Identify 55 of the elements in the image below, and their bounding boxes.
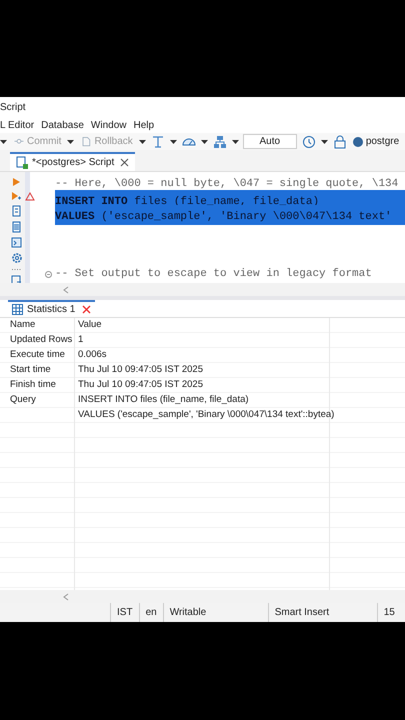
ellipsis-icon[interactable] <box>11 268 22 271</box>
grid-icon <box>12 304 23 315</box>
table-cell-text: Start time <box>9 363 51 377</box>
status-item: 15 <box>376 603 401 622</box>
table-cell-text: Thu Jul 10 09:47:05 IST 2025 <box>77 378 203 392</box>
menu-item[interactable]: Database <box>41 120 84 130</box>
table-cell-text: Finish time <box>9 378 56 392</box>
mode-field[interactable]: Auto <box>242 134 297 149</box>
status-item: en <box>138 603 163 622</box>
close-icon[interactable] <box>82 305 92 314</box>
caret-icon[interactable] <box>200 140 208 144</box>
caret-icon[interactable] <box>0 140 7 144</box>
document-icon[interactable] <box>11 221 22 233</box>
editor-tab[interactable]: *<postgres> Script <box>10 152 136 171</box>
settings-icon[interactable] <box>11 252 23 264</box>
scroll-left-icon[interactable] <box>63 592 69 600</box>
table-cell-text: 1 <box>77 333 84 347</box>
collapse-icon[interactable] <box>45 271 52 278</box>
column-header: Value <box>77 318 102 332</box>
caret-icon[interactable] <box>232 140 239 144</box>
result-tab[interactable]: Statistics 1 <box>8 300 96 317</box>
caret-icon[interactable] <box>170 140 177 144</box>
document-icon <box>80 136 92 148</box>
script-icon <box>16 156 29 169</box>
caret-icon[interactable] <box>67 140 74 144</box>
connection-selector[interactable]: postgre <box>352 136 400 148</box>
column-header: Name <box>9 318 36 332</box>
status-item: Smart Insert <box>268 603 377 622</box>
close-icon[interactable] <box>120 158 130 167</box>
document-icon[interactable] <box>11 205 22 217</box>
terminal-icon[interactable] <box>11 237 22 248</box>
database-icon <box>352 136 364 148</box>
table-cell-text: Query <box>9 393 36 407</box>
scroll-left-icon[interactable] <box>63 286 69 294</box>
code-line: -- Set output to escape to view in legacy format <box>55 267 372 282</box>
code-line: -- Here, \000 = null byte, \047 = single quote, \134 <box>55 177 398 192</box>
menu-item[interactable]: Help <box>133 120 154 130</box>
window-title: Script <box>0 102 26 112</box>
play-icon[interactable] <box>11 177 21 187</box>
table-cell-text: 0.006s <box>77 348 107 362</box>
table-cell-text: Thu Jul 10 09:47:05 IST 2025 <box>77 363 203 377</box>
caret-icon[interactable] <box>320 140 328 144</box>
status-item: IST <box>110 603 139 622</box>
table-cell-text: Updated Rows <box>9 333 72 347</box>
lock-icon[interactable] <box>332 134 348 150</box>
table-cell-text: INSERT INTO files (file_name, file_data) <box>77 393 249 407</box>
table-cell-text: Execute time <box>9 348 65 362</box>
menu-item[interactable]: L Editor <box>0 120 34 130</box>
play-icon[interactable] <box>11 191 21 201</box>
status-item: Writable <box>162 603 268 622</box>
menu-item[interactable]: Window <box>90 120 126 130</box>
caret-icon[interactable] <box>138 140 146 144</box>
table-cell-text: VALUES ('escape_sample', 'Binary \000\047\134 text'::bytea) <box>77 408 334 422</box>
warning-icon <box>25 192 35 200</box>
clock-icon[interactable] <box>300 134 317 150</box>
